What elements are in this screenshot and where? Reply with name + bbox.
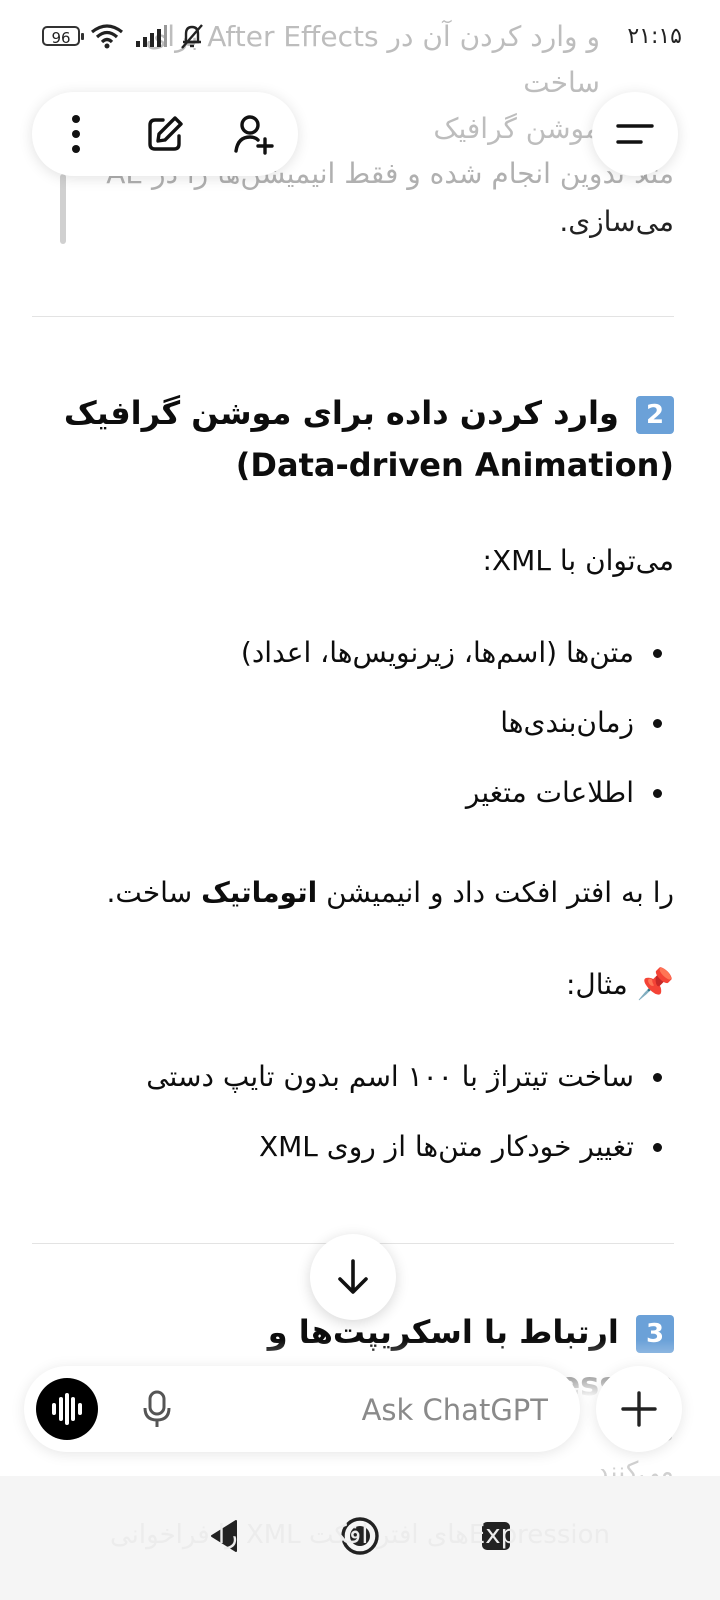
more-vertical-icon (72, 115, 81, 153)
section2-list: متن‌ها (اسم‌ها، زیرنویس‌ها، اعداد) زمان‌… (0, 631, 720, 815)
list-item: اطلاعات متغیر (40, 771, 674, 815)
more-options-button[interactable] (46, 104, 106, 164)
arrow-down-icon (338, 1259, 368, 1294)
voice-waveform-icon (52, 1393, 82, 1425)
scroll-to-bottom-button[interactable] (310, 1234, 396, 1320)
attach-button[interactable] (596, 1366, 682, 1452)
add-user-icon (233, 115, 274, 155)
list-item: تغییر خودکار متن‌ها از روی XML (40, 1125, 674, 1169)
microphone-button[interactable] (128, 1380, 186, 1438)
section2-title-english: (Data-driven Animation) (235, 446, 674, 484)
assistant-message: مثلاً تدوین انجام شده و فقط انیمیشن‌ها ر… (0, 150, 720, 1410)
message-composer (24, 1366, 580, 1452)
blockquote-text: می‌سازی. (559, 205, 674, 238)
example-list: ساخت تیتراژ با ۱۰۰ اسم بدون تایپ دستی تغ… (0, 1055, 720, 1169)
new-chat-button[interactable] (135, 104, 195, 164)
add-user-button[interactable] (224, 104, 284, 164)
edit-icon (148, 116, 183, 151)
faded-nav-text: Expressionهای افتر افکت XML را فراخوانی (110, 1520, 610, 1550)
signal-icon (136, 25, 167, 47)
example-label-text: مثال: (565, 968, 628, 1001)
voice-mode-button[interactable] (36, 1378, 98, 1440)
status-icons: 96 (42, 22, 206, 50)
battery-level: 96 (51, 29, 71, 47)
list-item: متن‌ها (اسم‌ها، زیرنویس‌ها، اعداد) (40, 631, 674, 675)
menu-icon (616, 124, 654, 144)
top-toolbar (32, 92, 298, 176)
summary-text-end: ساخت. (106, 876, 193, 909)
pin-icon: 📌 (636, 967, 674, 1002)
example-label: 📌 مثال: (46, 963, 674, 1007)
ask-chatgpt-input[interactable] (246, 1384, 550, 1436)
section2-number-badge: 2 (636, 396, 674, 434)
list-item: زمان‌بندی‌ها (40, 701, 674, 745)
summary-text: را به افتر افکت داد و انیمیشن (326, 876, 674, 909)
section2-title: وارد کردن داده برای موشن گرافیک (63, 394, 619, 432)
section2-heading: 2 وارد کردن داده برای موشن گرافیک (Data-… (40, 387, 674, 491)
blockquote-bar (60, 174, 66, 244)
list-item: ساخت تیتراژ با ۱۰۰ اسم بدون تایپ دستی (40, 1055, 674, 1099)
summary-bold-text: اتوماتیک (201, 876, 318, 909)
mute-icon (181, 24, 203, 49)
plus-icon (621, 1391, 657, 1427)
section2-intro: می‌توان با XML: (482, 544, 674, 577)
section2-summary: را به افتر افکت داد و انیمیشن اتوماتیک س… (46, 871, 674, 915)
battery-icon: 96 (42, 26, 84, 47)
microphone-icon (143, 1390, 171, 1427)
status-time: ۲۱:۱۵ (627, 24, 682, 49)
wifi-icon (91, 24, 123, 49)
status-bar: 96 ۲۱:۱۵ (0, 0, 720, 80)
sidebar-menu-button[interactable] (592, 92, 678, 176)
